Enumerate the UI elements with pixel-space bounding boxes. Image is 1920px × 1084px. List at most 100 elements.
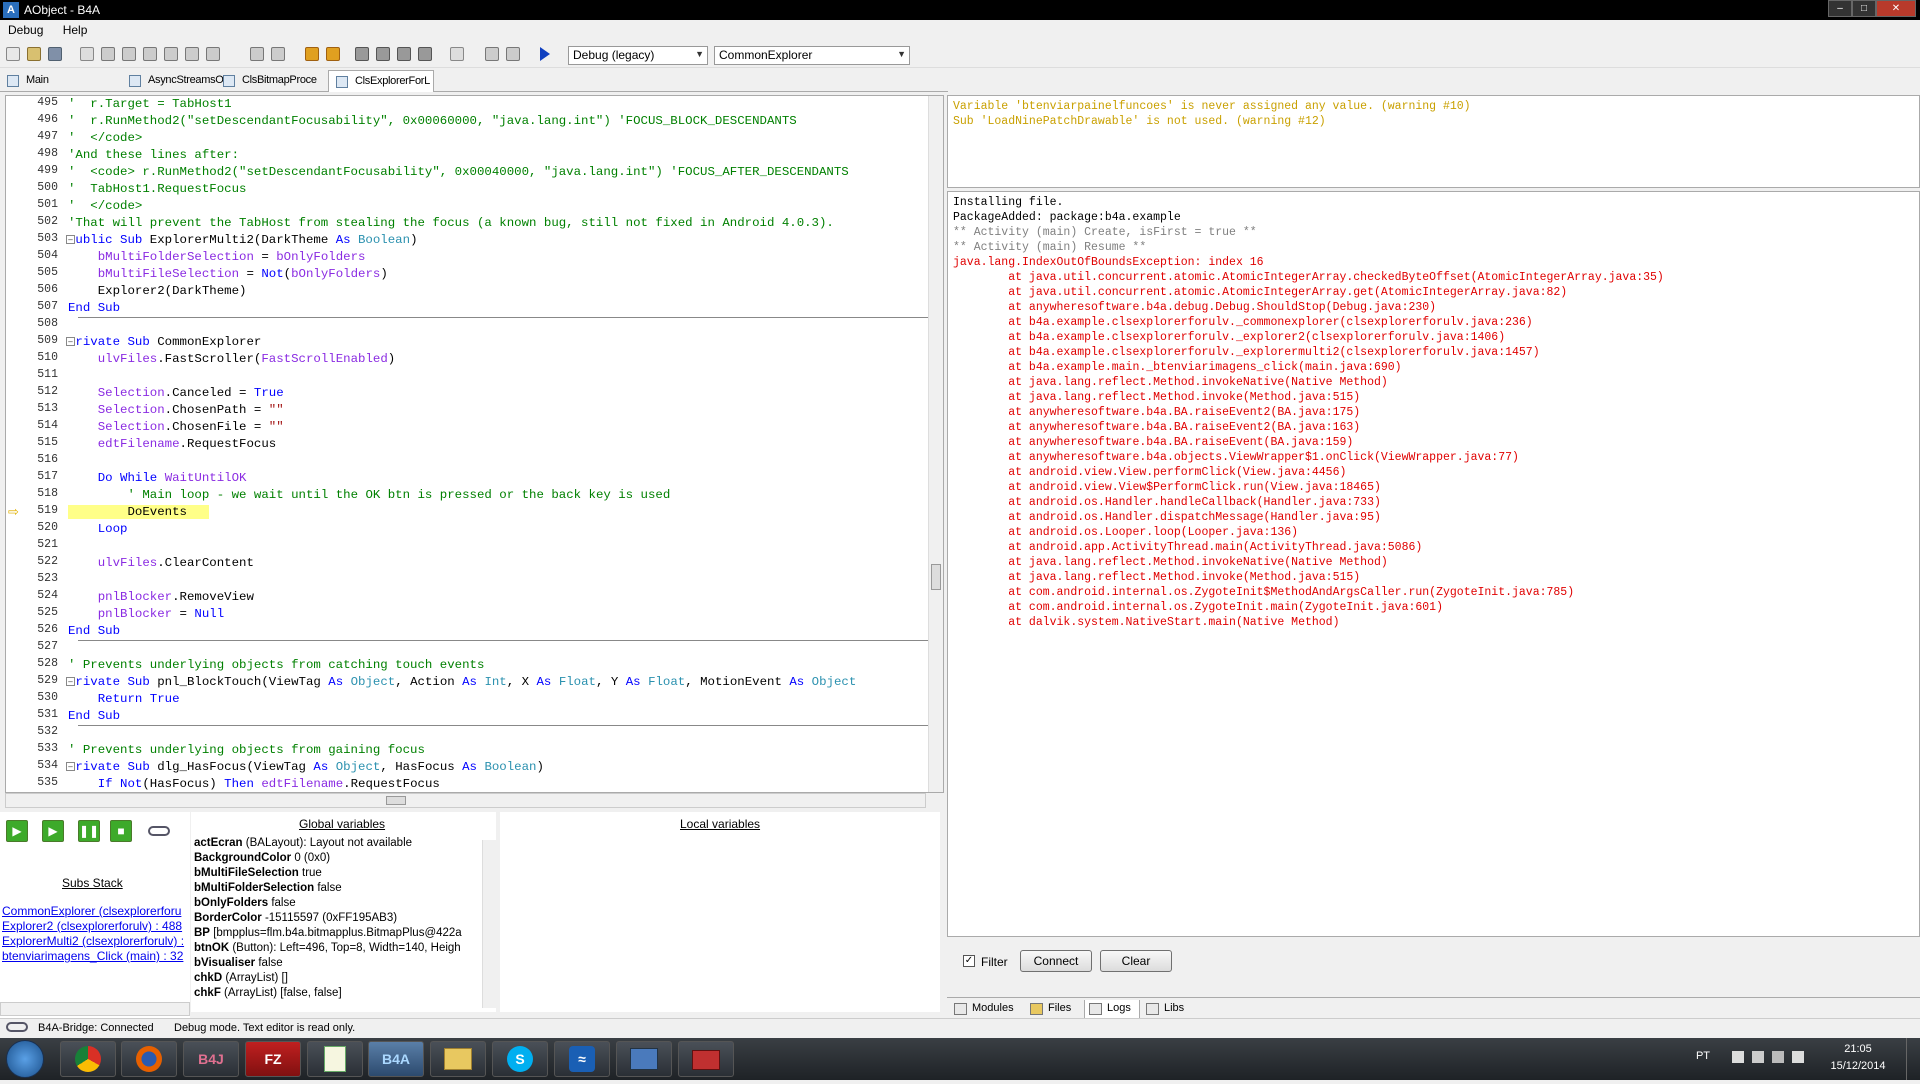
build-config-select[interactable]: Debug (legacy) ▼ — [568, 46, 708, 65]
sub-selector-select[interactable]: CommonExplorer ▼ — [714, 46, 910, 65]
bookmark-icon[interactable] — [355, 47, 369, 61]
fold-toggle-icon[interactable]: – — [66, 762, 75, 771]
tab-logs[interactable]: Logs — [1084, 1000, 1140, 1019]
code-line[interactable]: Selection.ChosenFile = "" — [68, 419, 932, 436]
stack-frame-link[interactable]: Explorer2 (clsexplorerforulv) : 488 — [2, 919, 188, 933]
code-line[interactable] — [68, 538, 932, 555]
text-size-icon[interactable] — [450, 47, 464, 61]
replace-icon[interactable] — [206, 47, 220, 61]
code-line[interactable] — [68, 572, 932, 589]
tab-main[interactable]: Main — [0, 70, 120, 92]
stack-frame-link[interactable]: ExplorerMulti2 (clsexplorerforulv) : — [2, 934, 188, 948]
code-line[interactable]: End Sub — [68, 623, 932, 640]
pause-button[interactable]: ❚❚ — [78, 820, 100, 842]
collapse-icon[interactable] — [485, 47, 499, 61]
new-file-icon[interactable] — [6, 47, 20, 61]
code-line[interactable]: ' Prevents underlying objects from catch… — [68, 657, 932, 674]
clock-time[interactable]: 21:05 — [1818, 1043, 1898, 1055]
show-desktop-button[interactable] — [1906, 1038, 1920, 1080]
global-variable-row[interactable]: bOnlyFolders false — [194, 896, 479, 911]
code-line[interactable]: Private Sub CommonExplorer — [68, 334, 932, 351]
code-line[interactable]: 'That will prevent the TabHost from stea… — [68, 215, 932, 232]
undo-icon[interactable] — [143, 47, 157, 61]
code-line[interactable]: End Sub — [68, 708, 932, 725]
warnings-list[interactable]: Variable 'btenviarpainelfuncoes' is neve… — [947, 95, 1920, 188]
code-line[interactable]: pnlBlocker = Null — [68, 606, 932, 623]
menu-help[interactable]: Help — [55, 20, 96, 40]
step-in-button[interactable]: ▶ — [42, 820, 64, 842]
device-icon[interactable] — [1752, 1051, 1764, 1063]
code-line[interactable]: Selection.Canceled = True — [68, 385, 932, 402]
volume-icon[interactable] — [1792, 1051, 1804, 1063]
global-variable-row[interactable]: btnOK (Button): Left=496, Top=8, Width=1… — [194, 941, 479, 956]
open-folder-icon[interactable] — [27, 47, 41, 61]
code-line[interactable]: ' <code> r.RunMethod2("setDescendantFocu… — [68, 164, 932, 181]
editor-horizontal-scrollbar[interactable] — [5, 793, 926, 808]
global-variable-row[interactable]: BackgroundColor 0 (0x0) — [194, 851, 479, 866]
global-variable-row[interactable]: chkF (ArrayList) [false, false] — [194, 986, 479, 1001]
code-line[interactable]: bMultiFileSelection = Not(bOnlyFolders) — [68, 266, 932, 283]
tab-files[interactable]: Files — [1026, 1000, 1082, 1019]
fold-toggle-icon[interactable]: – — [66, 677, 75, 686]
link-icon[interactable] — [148, 826, 170, 836]
save-icon[interactable] — [48, 47, 62, 61]
code-line[interactable]: Return True — [68, 691, 932, 708]
indent-icon[interactable] — [250, 47, 264, 61]
close-button[interactable]: ✕ — [1876, 0, 1916, 17]
code-line[interactable]: ulvFiles.FastScroller(FastScrollEnabled) — [68, 351, 932, 368]
code-line[interactable]: DoEvents — [68, 504, 932, 521]
global-variable-row[interactable]: bMultiFileSelection true — [194, 866, 479, 881]
code-line[interactable]: edtFilename.RequestFocus — [68, 436, 932, 453]
paste-icon[interactable] — [122, 47, 136, 61]
code-line[interactable] — [68, 368, 932, 385]
code-line[interactable]: 'And these lines after: — [68, 147, 932, 164]
fold-toggle-icon[interactable]: – — [66, 235, 75, 244]
code-line[interactable] — [68, 453, 932, 470]
fold-toggle-icon[interactable]: – — [66, 337, 75, 346]
stack-frame-link[interactable]: btenviarimagens_Click (main) : 32 — [2, 949, 188, 963]
b4j-taskbar-icon[interactable]: B4J — [183, 1041, 239, 1077]
comment-icon[interactable] — [376, 47, 390, 61]
copy-icon[interactable] — [80, 47, 94, 61]
code-line[interactable]: pnlBlocker.RemoveView — [68, 589, 932, 606]
clear-button[interactable]: Clear — [1100, 950, 1172, 972]
global-variable-row[interactable]: chkD (ArrayList) [] — [194, 971, 479, 986]
explorer-taskbar-icon[interactable] — [430, 1041, 486, 1077]
wifi-hotspot-taskbar-icon[interactable]: ≈ — [554, 1041, 610, 1077]
firefox-taskbar-icon[interactable] — [121, 1041, 177, 1077]
back-arrow-icon[interactable] — [305, 47, 319, 61]
find-icon[interactable] — [185, 47, 199, 61]
action-center-icon[interactable] — [1732, 1051, 1744, 1063]
code-line[interactable]: ' Prevents underlying objects from gaini… — [68, 742, 932, 759]
cut-icon[interactable] — [101, 47, 115, 61]
editor-vertical-scrollbar[interactable] — [928, 96, 943, 792]
minimize-button[interactable]: – — [1828, 0, 1852, 17]
code-line[interactable]: If Not(HasFocus) Then edtFilename.Reques… — [68, 776, 932, 792]
clock-date[interactable]: 15/12/2014 — [1818, 1060, 1898, 1072]
code-line[interactable] — [68, 725, 932, 742]
code-line[interactable]: Private Sub pnl_BlockTouch(ViewTag As Ob… — [68, 674, 932, 691]
code-line[interactable]: Loop — [68, 521, 932, 538]
start-button[interactable] — [6, 1040, 44, 1078]
block-icon[interactable] — [418, 47, 432, 61]
code-line[interactable]: Public Sub ExplorerMulti2(DarkTheme As B… — [68, 232, 932, 249]
tab-modules[interactable]: Modules — [950, 1000, 1024, 1019]
network-icon[interactable] — [1772, 1051, 1784, 1063]
redo-icon[interactable] — [164, 47, 178, 61]
b4a-taskbar-icon[interactable]: B4A — [368, 1041, 424, 1077]
code-line[interactable]: End Sub — [68, 300, 932, 317]
tab-clsexplorerforl[interactable]: ClsExplorerForL — [328, 70, 434, 92]
code-line[interactable]: ' TabHost1.RequestFocus — [68, 181, 932, 198]
code-line[interactable] — [68, 640, 932, 657]
continue-button[interactable]: ▶ — [6, 820, 28, 842]
code-line[interactable]: Explorer2(DarkTheme) — [68, 283, 932, 300]
code-line[interactable]: bMultiFolderSelection = bOnlyFolders — [68, 249, 932, 266]
toolbox-taskbar-icon[interactable] — [678, 1041, 734, 1077]
global-variable-row[interactable]: BP [bmpplus=flm.b4a.bitmapplus.BitmapPlu… — [194, 926, 479, 941]
code-line[interactable]: ' r.Target = TabHost1 — [68, 96, 932, 113]
outdent-icon[interactable] — [271, 47, 285, 61]
logs-output[interactable]: Installing file. PackageAdded: package:b4… — [947, 191, 1920, 937]
connect-button[interactable]: Connect — [1020, 950, 1092, 972]
tab-clsbitmapproce[interactable]: ClsBitmapProce — [216, 70, 324, 92]
forward-arrow-icon[interactable] — [326, 47, 340, 61]
